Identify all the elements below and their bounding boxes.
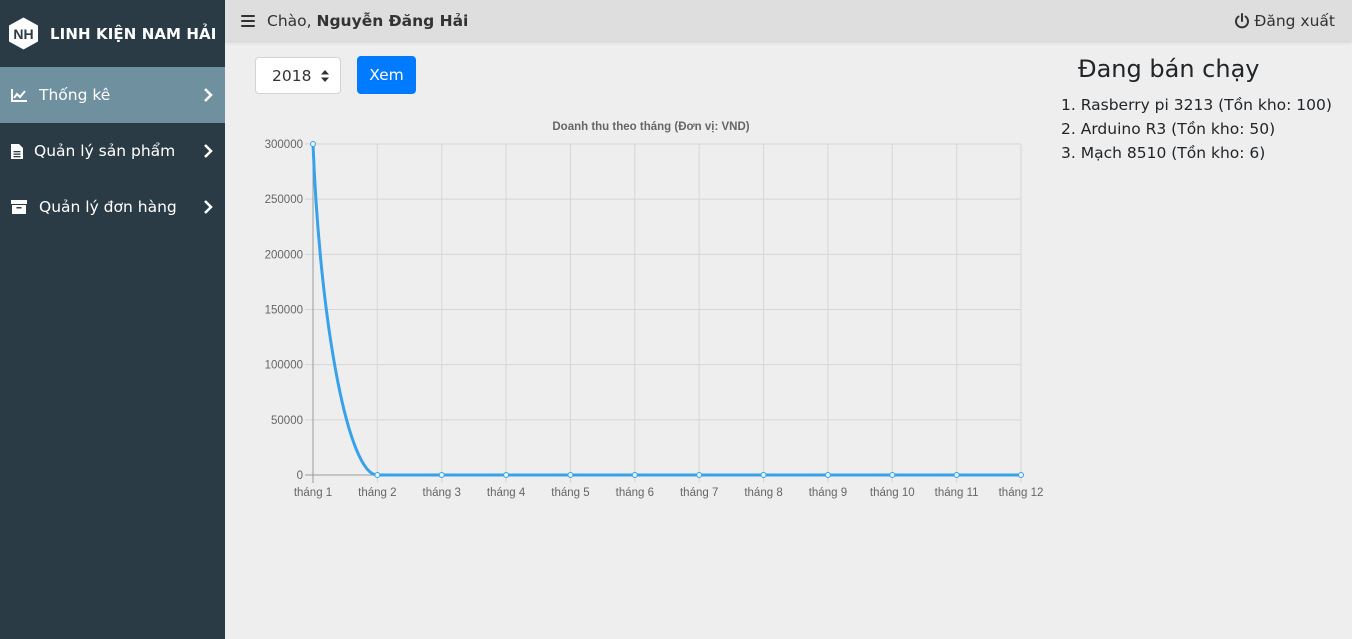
view-button[interactable]: Xem [357,56,416,94]
list-item: 3. Mạch 8510 (Tồn kho: 6) [1061,144,1266,162]
x-tick-label: tháng 12 [999,487,1044,499]
list-item: 2. Arduino R3 (Tồn kho: 50) [1061,120,1276,138]
select-arrows-icon [321,70,329,82]
data-point [953,472,960,478]
best-sellers-list: 1. Rasberry pi 3213 (Tồn kho: 100) 2. Ar… [1061,93,1332,165]
data-point [696,472,703,478]
svg-text:NH: NH [13,26,33,42]
y-tick-label: 200000 [265,249,303,261]
y-tick-label: 250000 [265,194,303,206]
chart-title: Doanh thu theo tháng (Đơn vị: VND) [552,121,749,133]
greeting-prefix: Chào, [267,11,317,30]
x-tick-label: tháng 7 [680,487,718,499]
y-tick-label: 300000 [265,139,303,151]
x-tick-label: tháng 8 [744,487,782,499]
power-icon [1235,12,1250,28]
year-select-value: 2018 [272,66,312,85]
data-point [503,472,510,478]
list-item: 1. Rasberry pi 3213 (Tồn kho: 100) [1061,96,1332,114]
revenue-chart: Doanh thu theo tháng (Đơn vị: VND) 0 5000… [245,110,1055,510]
x-tick-label: tháng 2 [358,487,396,499]
chevron-right-icon [204,200,213,214]
logout-button[interactable]: Đăng xuất [1234,0,1335,41]
sidebar-item-products[interactable]: Quản lý sản phẩm [0,123,225,179]
data-point [438,472,445,478]
x-tick-label: tháng 10 [870,487,915,499]
data-point [889,472,896,478]
x-tick-label: tháng 9 [809,487,847,499]
greeting: Chào, Nguyễn Đăng Hải [267,12,468,30]
best-sellers-title: Đang bán chạy [1078,55,1260,83]
data-point [374,472,381,478]
x-tick-label: tháng 6 [616,487,654,499]
sidebar-item-label: Quản lý sản phẩm [34,142,176,160]
y-tick-label: 150000 [265,305,303,317]
data-point [631,472,638,478]
sidebar-item-orders[interactable]: Quản lý đơn hàng [0,179,225,235]
year-select[interactable]: 2018 [255,57,341,94]
y-tick-label: 100000 [265,360,303,372]
revenue-line-chart: Doanh thu theo tháng (Đơn vị: VND) 0 5000… [265,121,1044,499]
x-tick-label: tháng 3 [423,487,461,499]
data-point [567,472,574,478]
file-icon [11,143,23,159]
hamburger-menu-icon[interactable] [241,14,255,27]
data-point [824,472,831,478]
data-point [1018,472,1024,478]
chevron-right-icon [204,144,213,158]
x-tick-label: tháng 4 [487,487,526,499]
brand-name: LINH KIỆN NAM HẢI [50,24,217,43]
data-point [760,472,767,478]
sidebar-item-label: Thống kê [39,86,111,104]
y-tick-label: 50000 [271,415,303,427]
user-name: Nguyễn Đăng Hải [316,11,469,30]
x-tick-label: tháng 11 [935,487,979,499]
logout-label: Đăng xuất [1254,11,1335,30]
sidebar-item-statistics[interactable]: Thống kê [0,67,225,123]
y-tick-label: 0 [297,470,303,482]
sidebar-item-label: Quản lý đơn hàng [39,198,177,216]
brand[interactable]: NH LINH KIỆN NAM HẢI [0,0,225,67]
topbar: Chào, Nguyễn Đăng Hải Đăng xuất [225,0,1352,41]
data-point [310,141,316,147]
chevron-right-icon [204,88,213,102]
sidebar: NH LINH KIỆN NAM HẢI Thống kê Quản lý sả… [0,0,225,639]
archive-box-icon [10,199,28,215]
chart-line-icon [10,87,28,103]
x-tick-label: tháng 5 [551,487,589,499]
x-tick-label: tháng 1 [294,487,332,499]
brand-logo-icon: NH [9,17,38,50]
